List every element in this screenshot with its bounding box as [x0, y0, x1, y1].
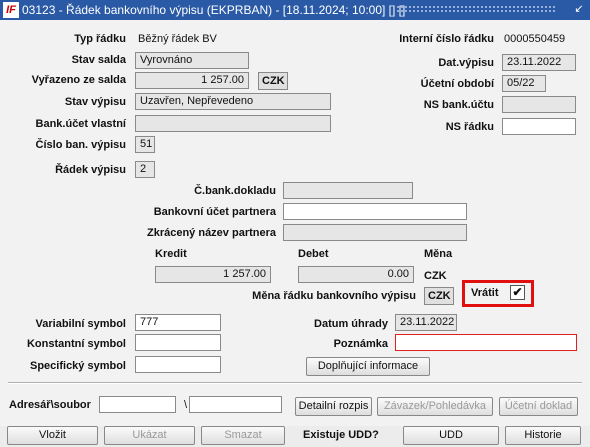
stav-vypisu-field[interactable]: Uzavřen, Nepřevedeno [135, 93, 331, 110]
form-panel: Typ řádku Běžný řádek BV Stav salda Vyro… [0, 20, 590, 447]
ukazat-button[interactable]: Ukázat [104, 426, 195, 445]
app-logo-icon: IF [3, 2, 19, 18]
vratit-checkbox[interactable]: ✔ [510, 285, 525, 300]
c-bank-doklad-label: Č.bank.dokladu [194, 185, 276, 197]
radek-vypisu-label: Řádek výpisu [55, 164, 126, 176]
zkraceny-nazev-label: Zkrácený název partnera [146, 227, 276, 239]
specificky-label: Specifický symbol [30, 360, 126, 372]
bank-ucet-vlastni-label: Bank.účet vlastní [35, 118, 126, 130]
ns-bank-uctu-field[interactable] [502, 96, 576, 113]
konstantni-label: Konstantní symbol [26, 338, 126, 350]
file-field[interactable] [189, 396, 282, 413]
vyrazeno-currency: CZK [258, 72, 288, 90]
smazat-button[interactable]: Smazat [201, 426, 285, 445]
stav-salda-label: Stav salda [71, 54, 126, 66]
typ-radku-value: Běžný řádek BV [138, 33, 217, 45]
dat-vypisu-field[interactable]: 23.11.2022 [502, 54, 576, 71]
vratit-label: Vrátit [471, 287, 499, 299]
minimize-icon[interactable]: ↙ [572, 2, 586, 16]
udd-button[interactable]: UDD [403, 426, 499, 445]
ucetni-obdobi-label: Účetní období [420, 78, 494, 90]
mena-label: Měna [424, 248, 453, 260]
poznamka-label: Poznámka [333, 338, 388, 350]
mena-radku-label: Měna řádku bankovního výpisu [252, 290, 416, 302]
title-bar: IF 03123 - Řádek bankovního výpisu (EKPR… [0, 0, 590, 20]
stav-vypisu-label: Stav výpisu [64, 96, 126, 108]
vratit-highlight: Vrátit ✔ [462, 280, 534, 307]
doplnujici-informace-button[interactable]: Doplňující informace [306, 357, 430, 376]
ns-radku-label: NS řádku [445, 121, 494, 133]
kredit-label: Kredit [155, 248, 187, 260]
title-grip [396, 5, 556, 14]
zavazek-pohledavka-button[interactable]: Závazek/Pohledávka [377, 397, 493, 416]
zkraceny-nazev-field[interactable] [283, 224, 467, 241]
radek-vypisu-field[interactable]: 2 [135, 161, 155, 178]
path-separator: \ [184, 399, 188, 411]
interni-cislo-label: Interní číslo řádku [399, 33, 494, 45]
detailni-rozpis-button[interactable]: Detailní rozpis [295, 397, 372, 416]
bank-ucet-partnera-label: Bankovní účet partnera [153, 206, 276, 218]
vlozit-button[interactable]: Vložit [7, 426, 98, 445]
stav-salda-field[interactable]: Vyrovnáno [135, 52, 249, 69]
cislo-ban-vypisu-field[interactable]: 51 [135, 136, 155, 153]
interni-cislo-value: 0000550459 [504, 33, 566, 45]
ns-radku-field[interactable] [502, 118, 576, 135]
mena-radku-value: CZK [424, 287, 454, 305]
ucetni-obdobi-field[interactable]: 05/22 [502, 75, 546, 92]
vyrazeno-label: Vyřazeno ze salda [31, 74, 126, 86]
ns-bank-uctu-label: NS bank.účtu [423, 99, 494, 111]
cislo-ban-vypisu-label: Číslo ban. výpisu [35, 139, 126, 151]
vyrazeno-field[interactable]: 1 257.00 [135, 72, 249, 89]
historie-button[interactable]: Historie [505, 426, 581, 445]
ucetni-doklad-button[interactable]: Účetní doklad [499, 397, 578, 416]
mena-value: CZK [424, 270, 447, 282]
datum-uhrady-label: Datum úhrady [314, 318, 388, 330]
konstantni-field[interactable] [135, 334, 221, 351]
window-title: 03123 - Řádek bankovního výpisu (EKPRBAN… [22, 3, 406, 17]
footer-bar: Vložit Ukázat Smazat Existuje UDD? UDD H… [0, 426, 590, 447]
datum-uhrady-field[interactable]: 23.11.2022 [395, 314, 457, 331]
section-divider [8, 382, 582, 384]
specificky-field[interactable] [135, 356, 221, 373]
kredit-field[interactable]: 1 257.00 [155, 266, 271, 283]
adresar-soubor-label: Adresář\soubor [9, 399, 91, 411]
dat-vypisu-label: Dat.výpisu [438, 57, 494, 69]
c-bank-doklad-field[interactable] [283, 182, 413, 199]
bank-ucet-vlastni-field[interactable] [135, 115, 331, 132]
bank-ucet-partnera-field[interactable] [283, 203, 467, 220]
variabilni-label: Variabilní symbol [35, 318, 126, 330]
debet-field[interactable]: 0.00 [298, 266, 414, 283]
poznamka-field[interactable] [395, 334, 577, 351]
directory-field[interactable] [99, 396, 176, 413]
debet-label: Debet [298, 248, 329, 260]
variabilni-field[interactable]: 777 [135, 314, 221, 331]
existuje-udd-label: Existuje UDD? [303, 429, 379, 441]
typ-radku-label: Typ řádku [74, 33, 126, 45]
